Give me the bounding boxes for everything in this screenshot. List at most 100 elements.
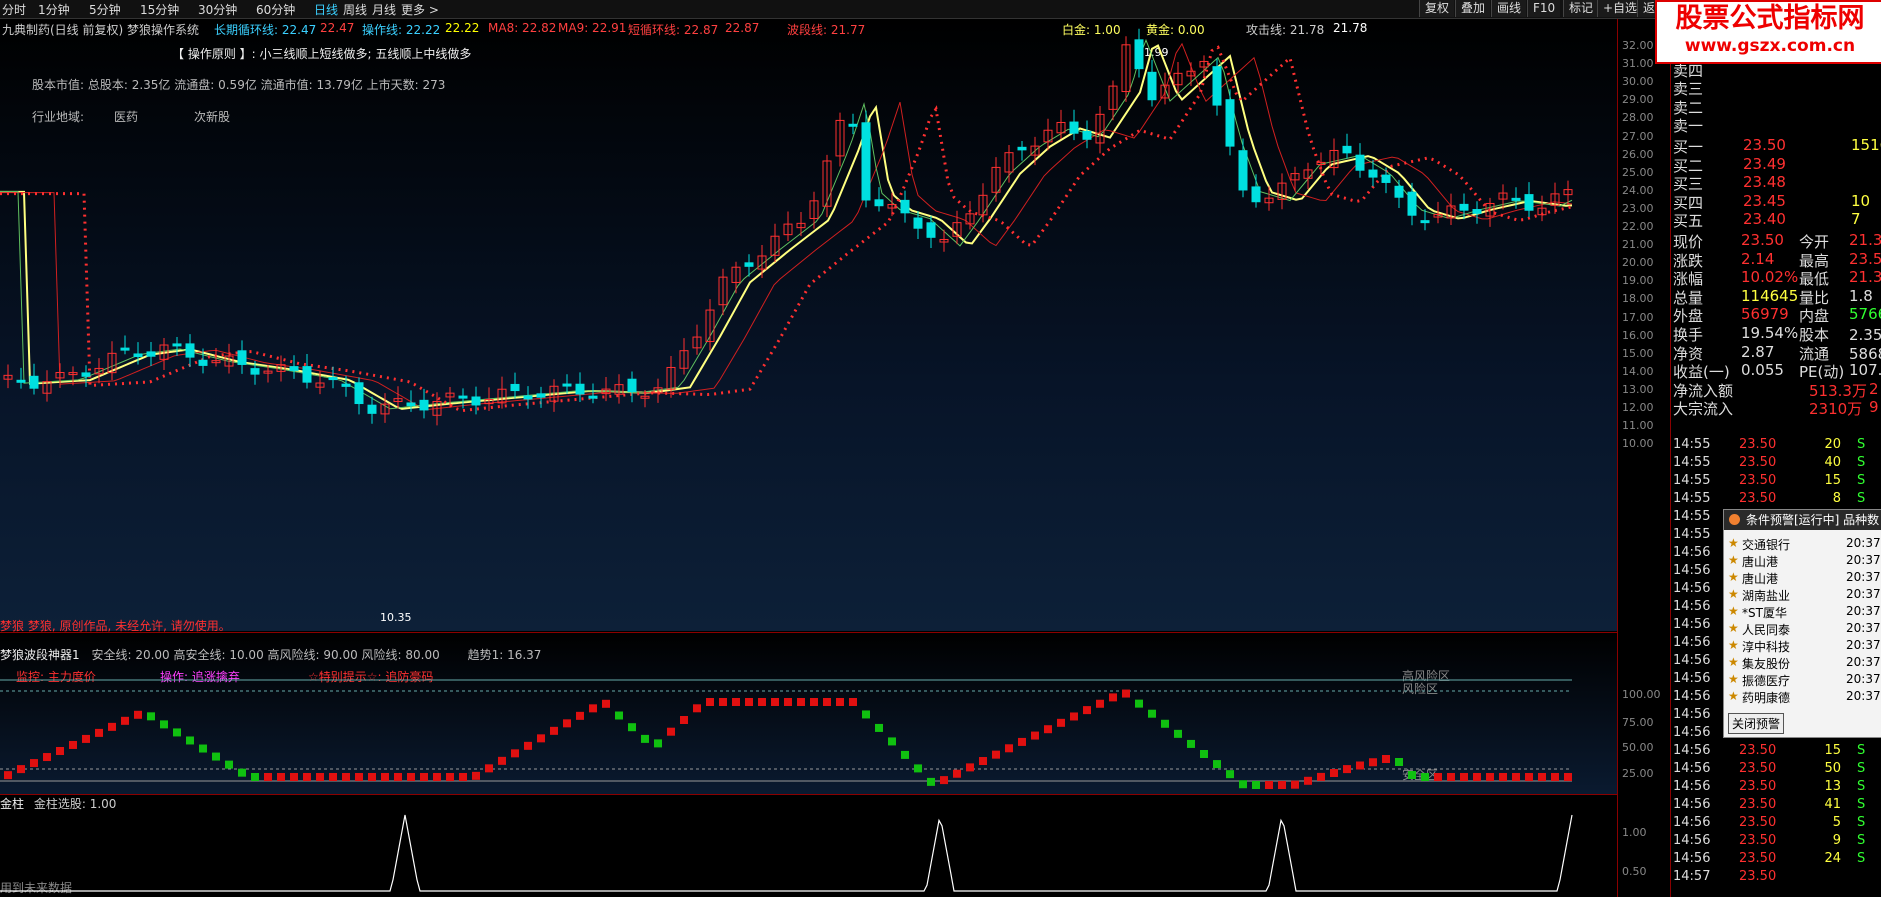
tick-time: 14:56 [1673,599,1711,614]
overlay-button[interactable]: 叠加 [1455,0,1491,17]
wave-bar [1291,780,1299,789]
tick-side: S [1857,491,1866,506]
star-icon: ★ [1728,604,1739,618]
condition-alert-popup[interactable]: 条件预警[运行中] 品种数 ★ 交通银行 20:37 ★ 唐山港 20:37 ★ 唐山港 20:… [1723,509,1881,738]
tick-time: 14:56 [1673,833,1711,848]
tick-time: 14:56 [1673,653,1711,668]
wave-bar [511,749,519,758]
site-watermark: 股票公式指标网 www.gszx.com.cn [1655,0,1881,64]
candle-body [588,395,598,399]
alert-list-item[interactable]: ★ 交通银行 20:37 [1728,536,1881,552]
alert-list-item[interactable]: ★ 人民同泰 20:37 [1728,621,1881,637]
tab-more[interactable]: 更多 > [401,1,439,18]
wave-bar [1005,744,1013,753]
axis-tick: 0.50 [1622,865,1647,878]
stat-value: 0.055 [1741,361,1784,380]
restore-rights-button[interactable]: 复权 [1419,0,1455,17]
alert-list-item[interactable]: ★ *ST厦华 20:37 [1728,604,1881,620]
tick-price: 23.50 [1739,833,1777,848]
alert-time: 20:37 [1846,672,1881,686]
alert-time: 20:37 [1846,604,1881,618]
wave-bar [1304,776,1312,785]
tick-side: S [1857,743,1866,758]
tab-monthly[interactable]: 月线 [372,1,396,18]
sell-row: 卖一 [1671,115,1881,135]
alert-list-item[interactable]: ★ 淳中科技 20:37 [1728,638,1881,654]
candle-body [16,379,26,383]
tab-fenshi[interactable]: 分时 [2,1,26,18]
candle-body [744,262,754,267]
wave-bar [1161,719,1169,728]
draw-line-button[interactable]: 画线 [1491,0,1527,17]
wave-bar [693,704,701,713]
alert-stock-name: 振德医疗 [1742,674,1791,688]
tab-1min[interactable]: 1分钟 [38,1,70,18]
wave-bar [446,773,454,781]
tick-row: 14:55 23.50 20 S [1671,436,1881,454]
tick-volume: 5 [1832,815,1841,830]
wave-bar [940,776,948,785]
wave-bar [589,704,597,713]
tick-side: S [1857,473,1866,488]
tick-volume: 13 [1824,779,1841,794]
price-axis-tick: 32.00 [1622,39,1654,52]
tab-60min[interactable]: 60分钟 [256,1,295,18]
tick-time: 14:55 [1673,527,1711,542]
alert-list-item[interactable]: ★ 唐山港 20:37 [1728,553,1881,569]
tick-volume: 50 [1824,761,1841,776]
buy-row: 买二 23.49 [1671,155,1881,175]
wave-bar [56,747,64,755]
popup-title: 条件预警[运行中] 品种数 [1746,513,1880,527]
tick-time: 14:56 [1673,725,1711,740]
price-axis-tick: 13.00 [1622,382,1654,396]
f10-button[interactable]: F10 [1527,0,1561,17]
candle-body [1394,185,1404,198]
wave-bar [771,698,779,706]
candle-body [1082,130,1092,140]
candle-body [250,368,260,375]
tick-time: 14:56 [1673,851,1711,866]
candle-body [29,375,39,389]
wave-bar [576,711,584,720]
tab-daily[interactable]: 日线 [314,1,338,18]
stat-row: 总量 114645 量比 1.8 [1671,287,1881,307]
wave-bar [1486,773,1494,781]
tab-15min[interactable]: 15分钟 [140,1,179,18]
mark-button[interactable]: 标记 [1563,0,1599,17]
popup-title-bar[interactable]: 条件预警[运行中] 品种数 [1724,510,1881,530]
wave-bar [1265,781,1273,789]
alert-list-item[interactable]: ★ 湖南盐业 20:37 [1728,587,1881,603]
candle-body [874,199,884,207]
tick-time: 14:56 [1673,617,1711,632]
alert-list-item[interactable]: ★ 集友股份 20:37 [1728,655,1881,671]
wave-bar [160,720,168,729]
tab-weekly[interactable]: 周线 [343,1,367,18]
candle-body [1381,174,1391,183]
wave-bar [1525,773,1533,781]
price-axis-tick: 10.00 [1622,437,1654,451]
wave-bar [1564,773,1572,781]
tab-5min[interactable]: 5分钟 [89,1,121,18]
wave-bar [524,741,532,750]
stat-row: 涨跌 2.14 最高 23.5 [1671,249,1881,270]
quote-panel: 卖五卖四卖三卖二卖一买一23.501516买二23.49买三23.48买四23.… [1670,19,1881,897]
alert-list-item[interactable]: ★ 振德医疗 20:37 [1728,672,1881,688]
close-alert-button[interactable]: 关闭预警 [1728,713,1785,734]
tick-volume: 15 [1824,473,1841,488]
tick-volume: 40 [1824,455,1841,470]
wave-bar [1070,712,1078,721]
stat-value: 23.5 [1849,249,1881,268]
wave-bar [303,773,311,781]
wave-bar [1122,689,1130,698]
alert-list-item[interactable]: ★ 药明康德 20:37 [1728,689,1881,705]
candle-body [406,402,416,407]
tick-time: 14:55 [1673,491,1711,506]
alert-stock-name: 人民同泰 [1742,623,1791,637]
tick-time: 14:56 [1673,581,1711,596]
tab-30min[interactable]: 30分钟 [198,1,237,18]
wave-bar [1057,718,1065,727]
alert-list-item[interactable]: ★ 唐山港 20:37 [1728,570,1881,586]
price-axis-tick: 30.00 [1622,75,1654,89]
add-watchlist-button[interactable]: +自选 [1597,0,1643,17]
wave-bar [615,711,623,720]
